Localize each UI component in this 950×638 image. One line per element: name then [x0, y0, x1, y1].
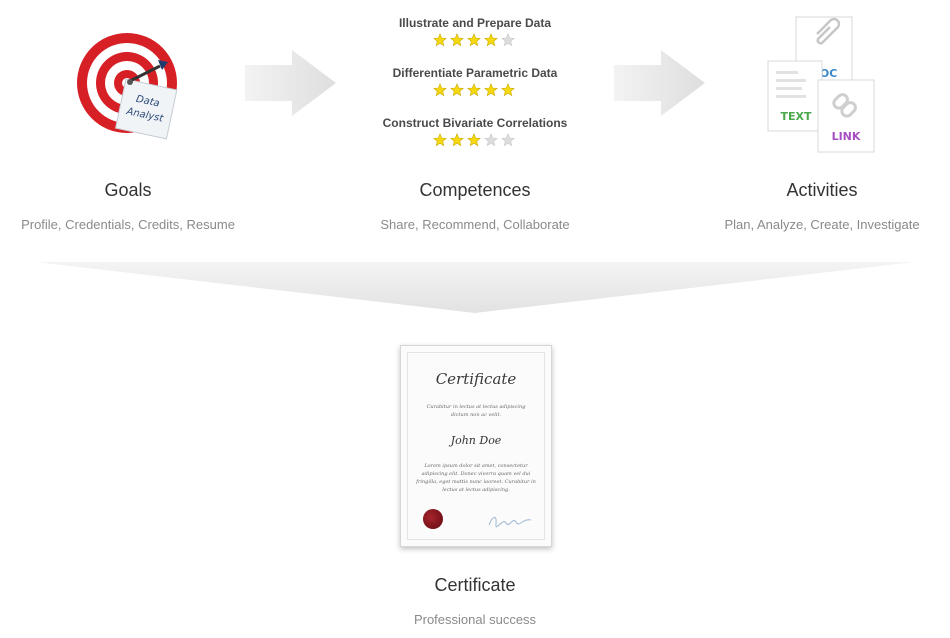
skill-item: Construct Bivariate Correlations	[340, 115, 610, 151]
link-file-icon: LINK	[817, 79, 875, 153]
star-filled-icon	[449, 33, 467, 47]
wax-seal-icon	[423, 509, 443, 529]
certificate-title: Certificate	[434, 575, 516, 595]
skill-rating	[340, 83, 610, 101]
star-filled-icon	[449, 133, 467, 147]
star-filled-icon	[500, 83, 518, 97]
skill-name: Construct Bivariate Correlations	[382, 116, 568, 130]
goals-title: Goals	[104, 180, 152, 200]
star-filled-icon	[432, 33, 450, 47]
activities-illustration: DOC TEXT LINK	[762, 14, 882, 156]
star-filled-icon	[466, 33, 484, 47]
star-filled-icon	[466, 133, 484, 147]
goals-subtitle: Profile, Credentials, Credits, Resume	[21, 217, 235, 232]
activities-subtitle: Plan, Analyze, Create, Investigate	[724, 217, 920, 232]
skill-item: Differentiate Parametric Data	[340, 65, 610, 101]
star-empty-icon	[483, 133, 501, 147]
goals-illustration: Data Analyst	[72, 28, 182, 148]
certificate-body-text: Lorem ipsum dolor sit amet, consectetur …	[416, 463, 536, 493]
star-filled-icon	[449, 83, 467, 97]
activities-title: Activities	[786, 180, 858, 200]
certificate-intro-text: Curabitur in lectus at lectus adipiscing…	[426, 404, 526, 418]
star-filled-icon	[483, 33, 501, 47]
star-filled-icon	[483, 83, 501, 97]
funnel-shape	[35, 262, 915, 319]
star-empty-icon	[500, 133, 518, 147]
star-filled-icon	[432, 133, 450, 147]
arrow-icon-2	[614, 50, 706, 121]
certificate-document: Certificate Curabitur in lectus at lectu…	[400, 345, 552, 547]
certificate-subtitle: Professional success	[413, 612, 537, 627]
skill-rating	[340, 33, 610, 51]
competences-subtitle: Share, Recommend, Collaborate	[380, 217, 570, 232]
competences-title: Competences	[419, 180, 531, 200]
link-label: LINK	[832, 130, 861, 143]
certificate-holder-name: John Doe	[450, 434, 502, 447]
star-empty-icon	[500, 33, 518, 47]
certificate-doc-title: Certificate	[435, 370, 517, 388]
skill-rating	[340, 133, 610, 151]
note-card: Data Analyst	[114, 78, 178, 140]
star-filled-icon	[432, 83, 450, 97]
skill-item: Illustrate and Prepare Data	[340, 15, 610, 51]
arrow-icon-1	[245, 50, 337, 121]
signature-icon	[487, 513, 533, 533]
text-file-icon: TEXT	[767, 60, 823, 132]
skill-name: Illustrate and Prepare Data	[398, 16, 552, 30]
text-label: TEXT	[780, 110, 811, 123]
star-filled-icon	[466, 83, 484, 97]
skill-name: Differentiate Parametric Data	[392, 66, 558, 80]
